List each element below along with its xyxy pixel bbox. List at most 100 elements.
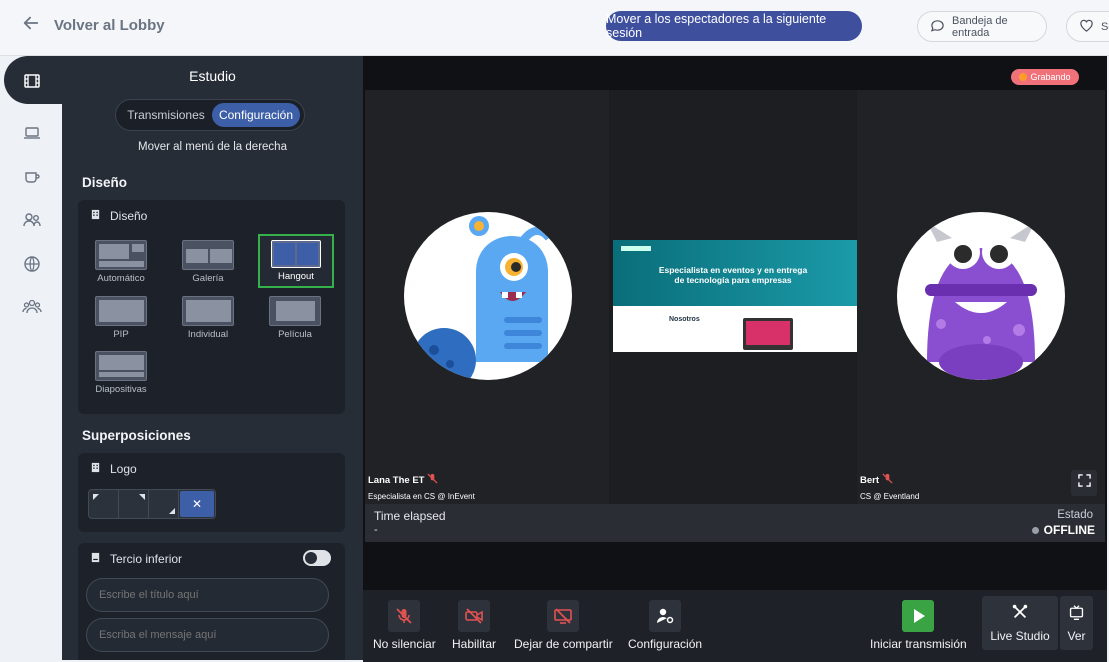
enable-camera-button[interactable]: Habilitar (452, 600, 496, 651)
logo-top-right-option[interactable] (119, 490, 149, 518)
shared-screen: Especialista en eventos y en entrega de … (613, 240, 857, 352)
shared-screen-section: Nosotros (669, 316, 700, 323)
document-icon (90, 552, 101, 566)
logo-remove-button[interactable]: ✕ (180, 491, 214, 517)
partial-label: Sc (1101, 20, 1109, 33)
support-button[interactable]: Sc (1066, 11, 1109, 42)
layout-automatic-label: Automático (97, 273, 145, 284)
tab-transmissions[interactable]: Transmisiones (120, 103, 212, 127)
people-icon[interactable] (21, 209, 43, 231)
settings-label: Configuración (628, 637, 703, 651)
fullscreen-button[interactable] (1071, 470, 1097, 496)
participant-name-lana: Lana The ET (368, 473, 439, 487)
participant-tile-lana[interactable]: Lana The ET Especialista en CS @ InEvent (365, 90, 609, 504)
live-studio-label: Live Studio (990, 629, 1050, 643)
estado-value-text: OFFLINE (1043, 523, 1095, 537)
stage: Grabando Lana The ET Especialista en CS … (363, 56, 1107, 662)
recording-badge: Grabando (1011, 69, 1079, 85)
shared-screen-device (743, 318, 793, 350)
layout-hangout-thumb (271, 240, 321, 268)
layout-hangout-label: Hangout (278, 271, 314, 282)
fullscreen-icon (1077, 474, 1091, 492)
camera-off-icon (458, 600, 490, 632)
screen-share-tile[interactable]: Especialista en eventos y en entrega de … (611, 90, 857, 504)
shared-screen-logo (621, 246, 651, 251)
user-settings-icon (649, 600, 682, 632)
layout-automatic[interactable]: Automático (89, 240, 153, 284)
layout-pip-thumb (95, 296, 147, 326)
participant-tile-bert[interactable]: Bert CS @ Eventland (857, 90, 1105, 504)
logo-card-title: Logo (110, 462, 137, 476)
status-dot-icon (1031, 526, 1039, 534)
chat-bubble-icon (930, 18, 945, 36)
studio-tabs: Transmisiones Configuración (115, 99, 305, 131)
logo-card: Logo ✕ (78, 453, 345, 532)
lower-third-message-input[interactable] (86, 618, 329, 652)
participant-role-lana: Especialista en CS @ InEvent (368, 492, 475, 501)
panel-title: Estudio (189, 68, 236, 84)
overlays-section-title: Superposiciones (82, 428, 191, 443)
time-elapsed-value: - (374, 524, 378, 536)
layout-pip[interactable]: PIP (89, 296, 153, 340)
globe-icon[interactable] (21, 253, 43, 275)
building-icon (90, 209, 101, 223)
left-rail (0, 56, 62, 662)
layout-automatic-thumb (95, 240, 147, 270)
layout-hangout[interactable]: Hangout (258, 234, 334, 288)
shared-screen-heading: Especialista en eventos y en entrega de … (658, 265, 808, 285)
layout-gallery[interactable]: Galería (176, 240, 240, 284)
layout-gallery-thumb (182, 240, 234, 270)
layout-slides-label: Diapositivas (95, 384, 147, 395)
layout-individual-thumb (182, 296, 234, 326)
recording-label: Grabando (1030, 72, 1071, 82)
layout-gallery-label: Galería (192, 273, 224, 284)
layout-movie[interactable]: Película (263, 296, 327, 340)
layout-movie-thumb (269, 296, 321, 326)
video-area: Lana The ET Especialista en CS @ InEvent… (365, 90, 1105, 504)
layout-individual[interactable]: Individual (176, 296, 240, 340)
stop-share-label: Dejar de compartir (514, 637, 613, 651)
building-icon (90, 462, 101, 476)
stop-sharing-button[interactable]: Dejar de compartir (514, 600, 613, 651)
design-card: Diseño Automático Galería Hangout PIP In… (78, 200, 345, 414)
enable-label: Habilitar (452, 637, 497, 651)
move-viewers-button[interactable]: Mover a los espectadores a la siguiente … (606, 11, 862, 41)
layout-slides-thumb (95, 351, 147, 381)
lower-third-title-input[interactable] (86, 578, 329, 612)
laptop-icon[interactable] (21, 122, 43, 144)
logo-top-left-option[interactable] (89, 490, 119, 518)
design-card-header: Diseño (90, 209, 147, 223)
film-icon[interactable] (21, 70, 43, 92)
view-label: Ver (1067, 628, 1086, 643)
layout-slides[interactable]: Diapositivas (89, 351, 153, 395)
live-studio-button[interactable]: Live Studio (982, 596, 1058, 650)
logo-bottom-right-option[interactable] (149, 490, 179, 518)
start-broadcast-button[interactable]: Iniciar transmisión (870, 600, 967, 651)
logo-position-selector: ✕ (88, 489, 216, 519)
tools-icon (1011, 603, 1029, 624)
logo-card-header: Logo (90, 462, 137, 476)
group-icon[interactable] (21, 296, 43, 318)
coffee-icon[interactable] (21, 166, 43, 188)
heart-icon (1079, 18, 1094, 36)
control-bar: No silenciar Habilitar Dejar de comparti… (363, 590, 1107, 662)
record-dot-icon (1019, 73, 1028, 81)
lower-third-toggle[interactable] (303, 550, 331, 566)
back-label: Volver al Lobby (54, 17, 165, 34)
view-button[interactable]: Ver (1060, 596, 1093, 650)
shared-screen-hero: Especialista en eventos y en entrega de … (613, 240, 857, 306)
participant-role-bert: CS @ Eventland (860, 492, 920, 501)
participant-name-text: Bert (860, 474, 880, 486)
tab-configuration[interactable]: Configuración (212, 103, 300, 127)
move-to-right-menu-link[interactable]: Mover al menú de la derecha (62, 141, 363, 153)
arrow-left-icon (22, 14, 40, 37)
layout-movie-label: Película (278, 329, 312, 340)
inbox-button[interactable]: Bandeja de entrada (917, 11, 1047, 42)
unmute-button[interactable]: No silenciar (373, 600, 436, 651)
tv-icon (1068, 604, 1085, 624)
settings-button[interactable]: Configuración (628, 600, 702, 651)
back-to-lobby-button[interactable]: Volver al Lobby (22, 14, 165, 37)
mic-muted-icon (882, 473, 893, 487)
mic-off-icon (388, 600, 421, 632)
status-bar: Time elapsed - Estado OFFLINE (365, 504, 1105, 542)
